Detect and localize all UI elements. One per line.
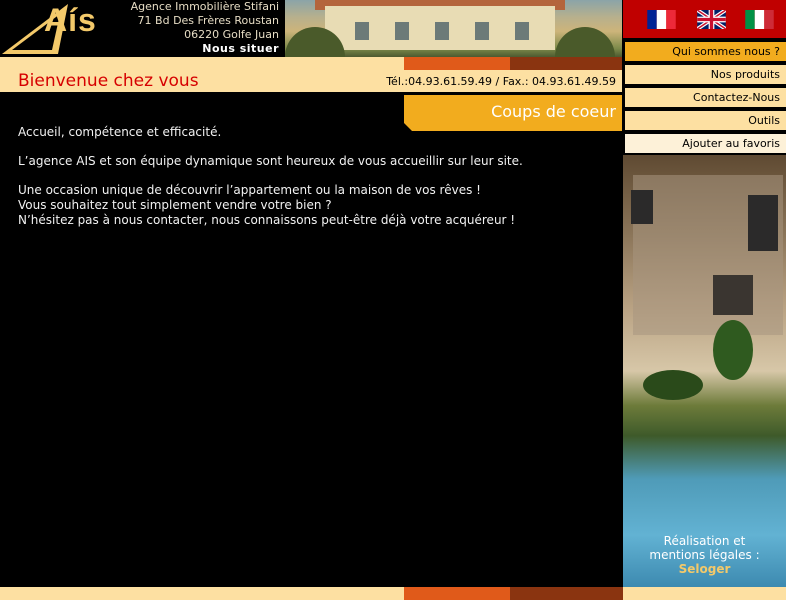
band-segment-yellow [0, 57, 404, 70]
menu-item-contactez-nous[interactable]: Contactez-Nous [625, 88, 786, 107]
footer-segment-orange [404, 587, 510, 600]
page-title: Bienvenue chez vous [18, 71, 199, 91]
logo-text: Aís [44, 2, 97, 38]
credits-line-2: mentions légales : [649, 548, 760, 562]
menu-item-outils[interactable]: Outils [625, 111, 786, 130]
menu-item-ajouter-favoris[interactable]: Ajouter au favoris [625, 134, 786, 153]
french-flag-icon[interactable] [647, 10, 676, 29]
address-line-1: Agence Immobilière Stifani [130, 0, 279, 13]
footer-segment-right [623, 587, 786, 600]
menu-item-nos-produits[interactable]: Nos produits [625, 65, 786, 84]
content-paragraph-3: Une occasion unique de découvrir l’appar… [18, 183, 598, 228]
credits: Réalisation et mentions légales : Seloge… [623, 534, 786, 576]
address-line-3: 06220 Golfe Juan [184, 28, 279, 41]
logo[interactable]: Aís [0, 0, 110, 57]
footer-segment-brown [510, 587, 623, 600]
welcome-content: Accueil, compétence et efficacité. L’age… [18, 125, 598, 242]
seloger-link[interactable]: Seloger [623, 562, 786, 576]
credits-line-1: Réalisation et [663, 534, 746, 548]
content-line: Une occasion unique de découvrir l’appar… [18, 183, 481, 197]
title-band: Bienvenue chez vous Tél.:04.93.61.59.49 … [0, 57, 622, 95]
phone-fax: Tél.:04.93.61.59.49 / Fax.: 04.93.61.49.… [386, 75, 616, 88]
language-bar [623, 0, 786, 38]
coups-de-coeur-label: Coups de coeur [491, 102, 616, 121]
side-menu: Qui sommes nous ? Nos produits Contactez… [623, 38, 786, 157]
content-line: N’hésitez pas à nous contacter, nous con… [18, 213, 516, 227]
band-segment-brown [510, 57, 622, 70]
content-paragraph-2: L’agence AIS et son équipe dynamique son… [18, 154, 523, 168]
header-house-photo [285, 0, 622, 57]
menu-item-qui-sommes-nous[interactable]: Qui sommes nous ? [625, 42, 786, 61]
agency-address: Agence Immobilière Stifani 71 Bd Des Frè… [110, 0, 282, 57]
tab-divider [404, 92, 622, 95]
content-paragraph-1: Accueil, compétence et efficacité. [18, 125, 222, 139]
locate-us-link[interactable]: Nous situer [110, 42, 279, 56]
content-line: Vous souhaitez tout simplement vendre vo… [18, 198, 332, 212]
band-segment-orange [404, 57, 510, 70]
uk-flag-icon[interactable] [697, 10, 726, 29]
footer-band [0, 587, 786, 600]
side-villa-photo [623, 155, 786, 587]
footer-segment-yellow [0, 587, 404, 600]
italian-flag-icon[interactable] [745, 10, 774, 29]
address-line-2: 71 Bd Des Frères Roustan [137, 14, 279, 27]
title-row: Bienvenue chez vous Tél.:04.93.61.59.49 … [0, 70, 622, 92]
